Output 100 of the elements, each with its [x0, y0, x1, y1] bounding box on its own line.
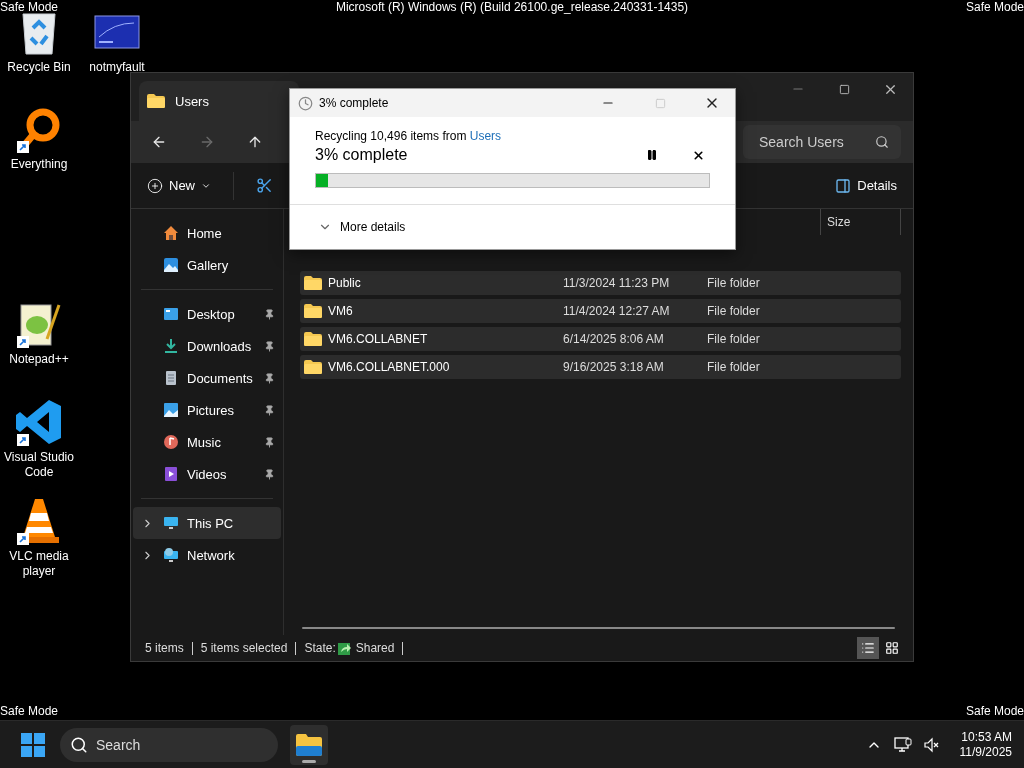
- sidebar-item[interactable]: Network: [133, 539, 281, 571]
- folder-icon: [147, 94, 165, 108]
- monitor-icon: [163, 515, 179, 531]
- desktop-icon-label: Notepad++: [9, 352, 69, 367]
- folder-row[interactable]: Public 11/3/2024 11:23 PM File folder: [300, 271, 901, 295]
- maximize-icon: [654, 97, 666, 109]
- muted-speaker-icon: [923, 736, 940, 753]
- file-name: VM6.COLLABNET: [328, 332, 428, 346]
- date-modified: 11/4/2024 12:27 AM: [563, 304, 670, 318]
- sidebar-item[interactable]: Home: [133, 217, 281, 249]
- date-modified: 9/16/2025 3:18 AM: [563, 360, 664, 374]
- taskbar-search-field[interactable]: Search: [60, 727, 278, 762]
- maximize-icon: [838, 83, 850, 95]
- sidebar-item[interactable]: Documents: [133, 362, 281, 394]
- windows-logo-icon: [21, 732, 45, 757]
- plus-icon: [147, 177, 163, 194]
- scissors-icon: [256, 177, 273, 194]
- search-field[interactable]: Search Users: [743, 125, 901, 159]
- folder-tab[interactable]: Users: [139, 81, 299, 121]
- sidebar-item[interactable]: This PC: [133, 507, 281, 539]
- desktop-icon-label: Visual Studio Code: [3, 450, 75, 480]
- monitor-icon: [893, 736, 912, 753]
- folder-icon: [304, 332, 322, 346]
- notepad-icon: [17, 301, 61, 347]
- forward-arrow-icon: [199, 134, 215, 150]
- build-info-text: Microsoft (R) Windows (R) (Build 26100.ge_release.240331-1435): [335, 0, 689, 14]
- gallery-icon: [163, 257, 179, 273]
- safe-mode-label: Safe Mode: [0, 704, 59, 718]
- search-icon: [875, 135, 889, 149]
- document-icon: [163, 370, 179, 386]
- dialog-title: 3% complete: [319, 96, 390, 110]
- file-type: File folder: [707, 304, 760, 318]
- list-icon: [861, 641, 875, 655]
- file-type: File folder: [707, 360, 760, 374]
- desktop-shortcut-icon[interactable]: [15, 398, 63, 446]
- file-name: VM6.COLLABNET.000: [328, 360, 450, 374]
- recycling-message: Recycling 10,496 items from Users: [315, 129, 503, 143]
- new-button[interactable]: New: [141, 169, 217, 202]
- desktop-icon-label: VLC media player: [8, 549, 70, 579]
- date-modified: 11/3/2024 11:23 PM: [563, 276, 670, 290]
- video-icon: [163, 466, 179, 482]
- details-pane-icon: [835, 177, 852, 194]
- code-editor-icon: [15, 398, 63, 446]
- progress-label: 3% complete: [315, 146, 408, 164]
- state-label: State:: [304, 641, 336, 655]
- folder-icon: [296, 733, 322, 756]
- search-icon: [70, 735, 88, 754]
- safe-mode-label: Safe Mode: [0, 0, 59, 14]
- grid-icon: [885, 641, 899, 655]
- folder-row[interactable]: VM6 11/4/2024 12:27 AM File folder: [300, 299, 901, 323]
- sidebar-item[interactable]: Videos: [133, 458, 281, 490]
- file-type: File folder: [707, 276, 760, 290]
- sidebar-item[interactable]: Pictures: [133, 394, 281, 426]
- desktop-icon-label: notmyfault: [89, 60, 145, 75]
- details-button[interactable]: Details: [829, 169, 903, 202]
- shortcut-arrow-icon: [17, 434, 29, 446]
- pause-icon: [646, 149, 658, 161]
- details-view-button[interactable]: [857, 637, 879, 659]
- more-details-button[interactable]: More details: [318, 220, 406, 234]
- sidebar-item[interactable]: Desktop: [133, 298, 281, 330]
- desktop-icon: [163, 306, 179, 322]
- safe-mode-label: Safe Mode: [965, 704, 1024, 718]
- folder-icon: [304, 304, 322, 318]
- shortcut-arrow-icon: [17, 141, 29, 153]
- picture-icon: [163, 402, 179, 418]
- file-explorer-button[interactable]: [290, 724, 328, 765]
- network-status-button[interactable]: [893, 736, 912, 753]
- desktop-icon-label: Everything: [10, 157, 68, 172]
- house-icon: [163, 225, 179, 241]
- file-name: Public: [328, 276, 361, 290]
- folder-row[interactable]: VM6.COLLABNET.000 9/16/2025 3:18 AM File folder: [300, 355, 901, 379]
- shared-icon: [337, 641, 352, 655]
- file-name: VM6: [328, 304, 353, 318]
- folder-icon: [304, 276, 322, 290]
- folder-row[interactable]: VM6.COLLABNET 6/14/2025 8:06 AM File folder: [300, 327, 901, 351]
- source-link[interactable]: Users: [469, 129, 502, 143]
- selection-count: 5 items selected: [200, 641, 288, 655]
- network-icon: [163, 547, 179, 563]
- desktop-icon-label: Recycle Bin: [7, 60, 71, 75]
- tab-title: Users: [175, 93, 209, 109]
- sidebar-item[interactable]: Downloads: [133, 330, 281, 362]
- folder-icon: [304, 360, 322, 374]
- date-modified: 6/14/2025 8:06 AM: [563, 332, 664, 346]
- volume-button[interactable]: [923, 736, 940, 753]
- shortcut-arrow-icon: [17, 533, 29, 545]
- crash-screen-icon: [94, 15, 140, 49]
- file-type: File folder: [707, 332, 760, 346]
- close-icon: [691, 148, 705, 162]
- safe-mode-label: Safe Mode: [965, 0, 1024, 14]
- item-count: 5 items: [145, 641, 184, 655]
- clock[interactable]: 10:53 AM 11/9/2025: [959, 729, 1012, 760]
- sidebar-item[interactable]: Gallery: [133, 249, 281, 281]
- horizontal-scrollbar[interactable]: [302, 627, 895, 629]
- clock-icon: [298, 95, 313, 111]
- music-icon: [163, 434, 179, 450]
- download-icon: [163, 338, 179, 354]
- sidebar-item[interactable]: Music: [133, 426, 281, 458]
- shortcut-arrow-icon: [17, 336, 29, 348]
- column-header[interactable]: Size: [821, 209, 901, 235]
- state-value: Shared: [355, 641, 395, 655]
